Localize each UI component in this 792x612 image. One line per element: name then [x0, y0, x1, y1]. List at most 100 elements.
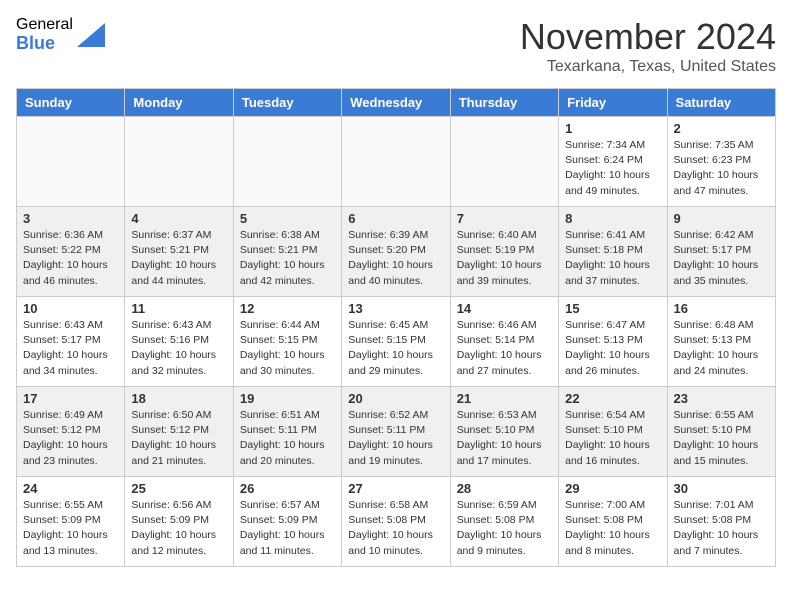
page-header: General Blue November 2024 Texarkana, Te… [16, 16, 776, 76]
day-info: Sunrise: 7:00 AM Sunset: 5:08 PM Dayligh… [565, 498, 660, 559]
weekday-header-monday: Monday [125, 89, 233, 117]
day-info: Sunrise: 7:34 AM Sunset: 6:24 PM Dayligh… [565, 138, 660, 199]
calendar-cell [450, 117, 558, 207]
calendar-week-row: 17 Sunrise: 6:49 AM Sunset: 5:12 PM Dayli… [17, 387, 776, 477]
day-number: 29 [565, 481, 660, 496]
day-number: 19 [240, 391, 335, 406]
calendar-cell: 8 Sunrise: 6:41 AM Sunset: 5:18 PM Daylig… [559, 207, 667, 297]
day-number: 22 [565, 391, 660, 406]
calendar-cell: 18Sunrise: 6:50 AM Sunset: 5:12 PM Dayli… [125, 387, 233, 477]
month-title: November 2024 [520, 16, 776, 58]
day-info: Sunrise: 7:01 AM Sunset: 5:08 PM Dayligh… [674, 498, 769, 559]
day-number: 13 [348, 301, 443, 316]
day-info: Sunrise: 6:36 AM Sunset: 5:22 PM Dayligh… [23, 228, 118, 289]
day-number: 27 [348, 481, 443, 496]
logo-blue: Blue [16, 34, 73, 54]
calendar-cell: 7 Sunrise: 6:40 AM Sunset: 5:19 PM Daylig… [450, 207, 558, 297]
day-number: 15 [565, 301, 660, 316]
day-info: Sunrise: 7:35 AM Sunset: 6:23 PM Dayligh… [674, 138, 769, 199]
day-info: Sunrise: 6:37 AM Sunset: 5:21 PM Dayligh… [131, 228, 226, 289]
calendar-week-row: 1 Sunrise: 7:34 AM Sunset: 6:24 PM Daylig… [17, 117, 776, 207]
day-number: 18 [131, 391, 226, 406]
day-number: 23 [674, 391, 769, 406]
weekday-header-wednesday: Wednesday [342, 89, 450, 117]
day-info: Sunrise: 6:59 AM Sunset: 5:08 PM Dayligh… [457, 498, 552, 559]
day-info: Sunrise: 6:42 AM Sunset: 5:17 PM Dayligh… [674, 228, 769, 289]
day-info: Sunrise: 6:40 AM Sunset: 5:19 PM Dayligh… [457, 228, 552, 289]
day-number: 12 [240, 301, 335, 316]
logo-icon [77, 23, 105, 47]
calendar-cell [125, 117, 233, 207]
day-info: Sunrise: 6:41 AM Sunset: 5:18 PM Dayligh… [565, 228, 660, 289]
day-info: Sunrise: 6:47 AM Sunset: 5:13 PM Dayligh… [565, 318, 660, 379]
day-number: 25 [131, 481, 226, 496]
day-number: 1 [565, 121, 660, 136]
calendar-cell: 17 Sunrise: 6:49 AM Sunset: 5:12 PM Dayli… [17, 387, 125, 477]
day-info: Sunrise: 6:58 AM Sunset: 5:08 PM Dayligh… [348, 498, 443, 559]
day-info: Sunrise: 6:53 AM Sunset: 5:10 PM Dayligh… [457, 408, 552, 469]
calendar-cell: 29 Sunrise: 7:00 AM Sunset: 5:08 PM Dayli… [559, 477, 667, 567]
calendar-cell [342, 117, 450, 207]
location-title: Texarkana, Texas, United States [520, 58, 776, 76]
calendar-cell: 26 Sunrise: 6:57 AM Sunset: 5:09 PM Dayli… [233, 477, 341, 567]
day-number: 24 [23, 481, 118, 496]
day-info: Sunrise: 6:54 AM Sunset: 5:10 PM Dayligh… [565, 408, 660, 469]
calendar-cell: 19 Sunrise: 6:51 AM Sunset: 5:11 PM Dayli… [233, 387, 341, 477]
day-info: Sunrise: 6:56 AM Sunset: 5:09 PM Dayligh… [131, 498, 226, 559]
calendar-cell: 22 Sunrise: 6:54 AM Sunset: 5:10 PM Dayli… [559, 387, 667, 477]
day-info: Sunrise: 6:51 AM Sunset: 5:11 PM Dayligh… [240, 408, 335, 469]
day-number: 7 [457, 211, 552, 226]
day-number: 21 [457, 391, 552, 406]
day-number: 20 [348, 391, 443, 406]
calendar-cell: 9 Sunrise: 6:42 AM Sunset: 5:17 PM Daylig… [667, 207, 775, 297]
logo-text: General Blue [16, 16, 73, 53]
weekday-header-friday: Friday [559, 89, 667, 117]
day-number: 6 [348, 211, 443, 226]
day-number: 14 [457, 301, 552, 316]
calendar-cell: 14 Sunrise: 6:46 AM Sunset: 5:14 PM Dayli… [450, 297, 558, 387]
day-info: Sunrise: 6:45 AM Sunset: 5:15 PM Dayligh… [348, 318, 443, 379]
calendar-table: SundayMondayTuesdayWednesdayThursdayFrid… [16, 88, 776, 567]
calendar-cell: 13 Sunrise: 6:45 AM Sunset: 5:15 PM Dayli… [342, 297, 450, 387]
calendar-cell: 27 Sunrise: 6:58 AM Sunset: 5:08 PM Dayli… [342, 477, 450, 567]
calendar-cell: 21 Sunrise: 6:53 AM Sunset: 5:10 PM Dayli… [450, 387, 558, 477]
weekday-header-row: SundayMondayTuesdayWednesdayThursdayFrid… [17, 89, 776, 117]
day-number: 26 [240, 481, 335, 496]
calendar-cell: 1 Sunrise: 7:34 AM Sunset: 6:24 PM Daylig… [559, 117, 667, 207]
weekday-header-saturday: Saturday [667, 89, 775, 117]
day-number: 28 [457, 481, 552, 496]
day-number: 2 [674, 121, 769, 136]
day-info: Sunrise: 6:55 AM Sunset: 5:10 PM Dayligh… [674, 408, 769, 469]
day-number: 16 [674, 301, 769, 316]
day-info: Sunrise: 6:46 AM Sunset: 5:14 PM Dayligh… [457, 318, 552, 379]
day-number: 3 [23, 211, 118, 226]
day-number: 4 [131, 211, 226, 226]
day-number: 17 [23, 391, 118, 406]
day-number: 8 [565, 211, 660, 226]
day-info: Sunrise: 6:49 AM Sunset: 5:12 PM Dayligh… [23, 408, 118, 469]
day-info: Sunrise: 6:43 AM Sunset: 5:17 PM Dayligh… [23, 318, 118, 379]
calendar-week-row: 3 Sunrise: 6:36 AM Sunset: 5:22 PM Daylig… [17, 207, 776, 297]
calendar-cell: 6 Sunrise: 6:39 AM Sunset: 5:20 PM Daylig… [342, 207, 450, 297]
day-info: Sunrise: 6:39 AM Sunset: 5:20 PM Dayligh… [348, 228, 443, 289]
calendar-cell: 12Sunrise: 6:44 AM Sunset: 5:15 PM Dayli… [233, 297, 341, 387]
day-info: Sunrise: 6:55 AM Sunset: 5:09 PM Dayligh… [23, 498, 118, 559]
calendar-cell: 24 Sunrise: 6:55 AM Sunset: 5:09 PM Dayli… [17, 477, 125, 567]
weekday-header-thursday: Thursday [450, 89, 558, 117]
day-number: 9 [674, 211, 769, 226]
day-info: Sunrise: 6:48 AM Sunset: 5:13 PM Dayligh… [674, 318, 769, 379]
calendar-week-row: 24 Sunrise: 6:55 AM Sunset: 5:09 PM Dayli… [17, 477, 776, 567]
weekday-header-sunday: Sunday [17, 89, 125, 117]
calendar-cell [233, 117, 341, 207]
calendar-cell: 30 Sunrise: 7:01 AM Sunset: 5:08 PM Dayli… [667, 477, 775, 567]
weekday-header-tuesday: Tuesday [233, 89, 341, 117]
day-number: 30 [674, 481, 769, 496]
calendar-cell: 11Sunrise: 6:43 AM Sunset: 5:16 PM Dayli… [125, 297, 233, 387]
day-number: 10 [23, 301, 118, 316]
calendar-cell: 3 Sunrise: 6:36 AM Sunset: 5:22 PM Daylig… [17, 207, 125, 297]
calendar-cell: 28 Sunrise: 6:59 AM Sunset: 5:08 PM Dayli… [450, 477, 558, 567]
day-info: Sunrise: 6:57 AM Sunset: 5:09 PM Dayligh… [240, 498, 335, 559]
day-info: Sunrise: 6:38 AM Sunset: 5:21 PM Dayligh… [240, 228, 335, 289]
logo: General Blue [16, 16, 105, 53]
day-number: 5 [240, 211, 335, 226]
